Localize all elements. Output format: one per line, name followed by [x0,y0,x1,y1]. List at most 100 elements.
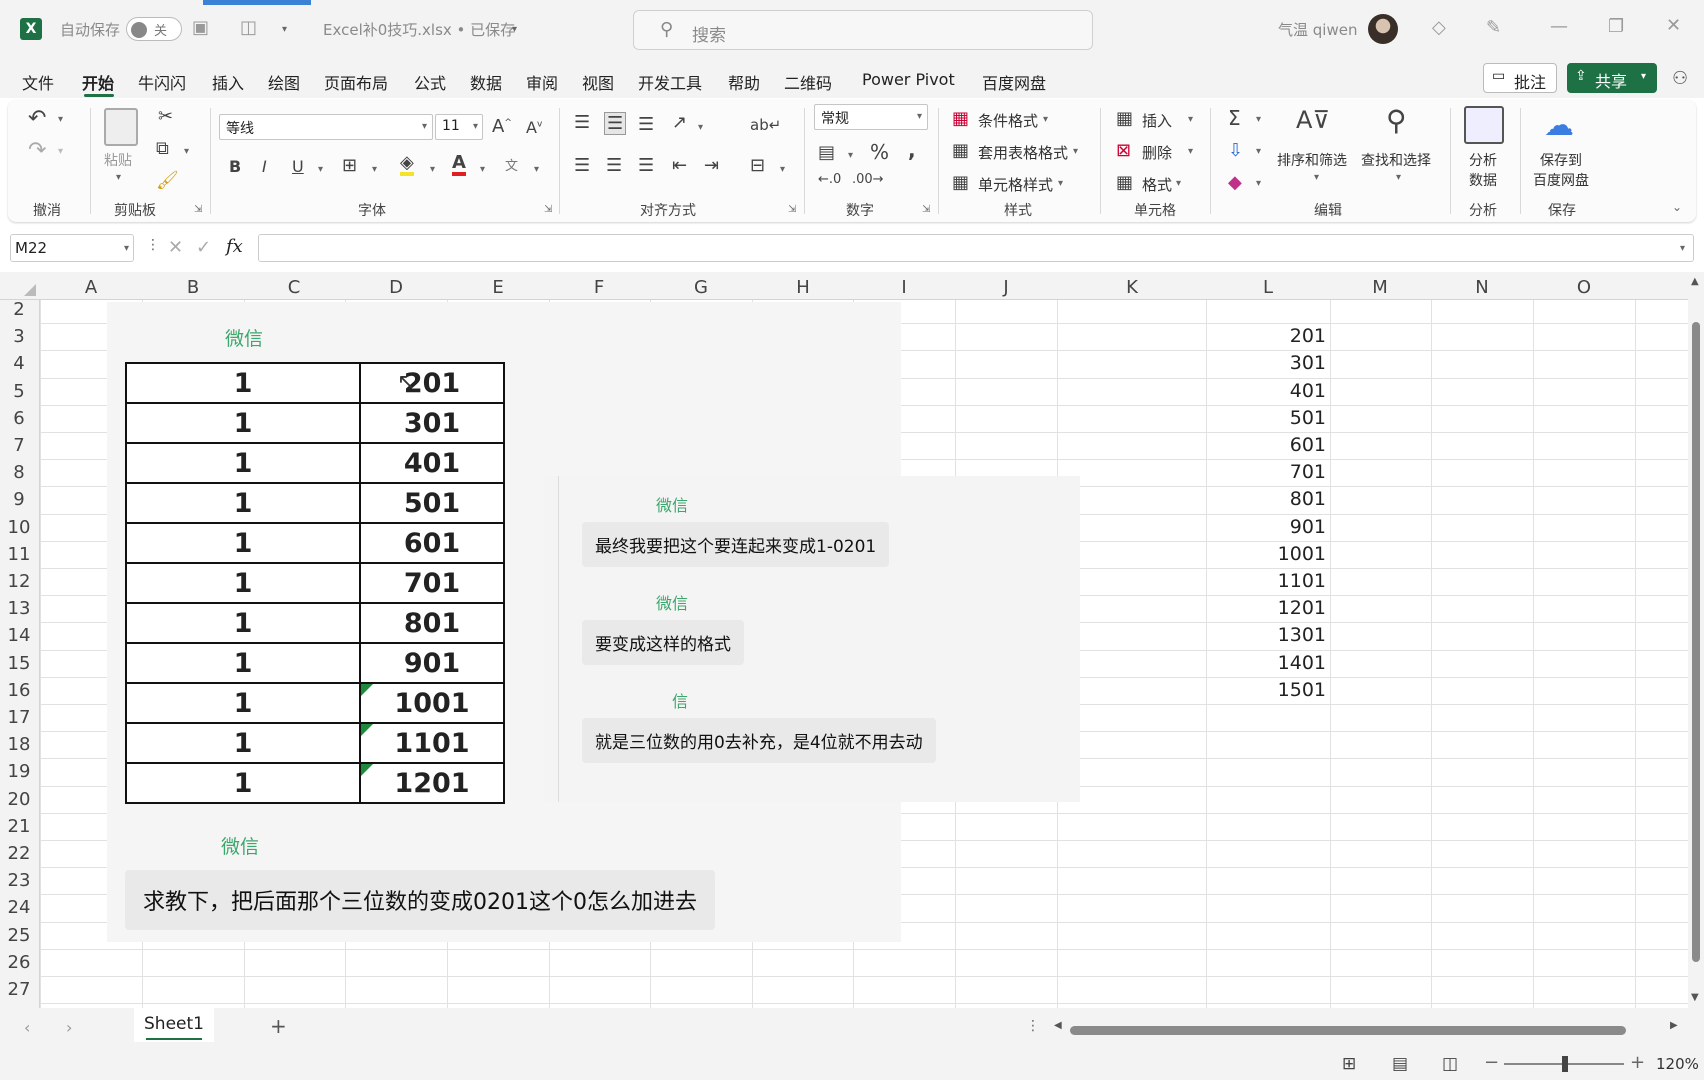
format-as-table-button[interactable]: 套用表格格式 [978,142,1068,163]
column-header[interactable]: C [274,277,314,298]
font-color-dropdown-icon[interactable]: ▾ [480,164,485,175]
row-header[interactable]: 14 [0,625,38,646]
analyze-data-label-2[interactable]: 数据 [1469,170,1497,190]
cell-styles-icon[interactable]: ▦ [952,172,969,193]
column-header[interactable]: H [783,277,823,298]
wrap-text-icon[interactable]: ab↵ [750,116,781,134]
cell-L-value[interactable]: 1001 [1206,543,1326,565]
alignment-launcher-icon[interactable]: ⇲ [788,204,796,215]
copy-icon[interactable]: ⧉ [156,138,169,159]
clipboard-launcher-icon[interactable]: ⇲ [194,204,202,215]
menu-formulas[interactable]: 公式 [414,70,446,94]
menu-developer[interactable]: 开发工具 [638,70,702,94]
orientation-icon[interactable]: ↗ [672,112,687,133]
column-header[interactable]: K [1112,277,1152,298]
menu-page-layout[interactable]: 页面布局 [324,70,388,94]
redo-dropdown-icon[interactable]: ▾ [58,146,63,157]
row-header[interactable]: 10 [0,517,38,538]
column-header[interactable]: B [173,277,213,298]
row-header[interactable]: 11 [0,544,38,565]
phonetic-icon[interactable]: 文 [505,155,518,174]
tabbar-options-icon[interactable]: ⋮ [1026,1018,1040,1034]
save-icon[interactable]: ▣ [192,17,209,38]
insert-cells-icon[interactable]: ▦ [1116,108,1133,129]
autosum-icon[interactable]: Σ [1228,106,1241,130]
cell-styles-dropdown-icon[interactable]: ▾ [1058,178,1063,189]
undo-icon[interactable]: ↶ [28,106,46,131]
column-header[interactable]: M [1360,277,1400,298]
sheet-tab-sheet1[interactable]: Sheet1 [134,1008,214,1042]
column-header[interactable]: I [884,277,924,298]
next-sheet-icon[interactable]: › [66,1018,72,1037]
select-all-corner[interactable] [24,284,36,296]
row-header[interactable]: 15 [0,653,38,674]
menu-draw[interactable]: 绘图 [268,70,300,94]
cell-L-value[interactable]: 601 [1206,434,1326,456]
menu-home[interactable]: 开始 [82,70,114,94]
fill-dropdown-icon[interactable]: ▾ [1256,146,1261,157]
scroll-down-icon[interactable]: ▼ [1691,992,1699,1003]
row-header[interactable]: 7 [0,435,38,456]
minimize-icon[interactable]: — [1550,16,1568,37]
close-icon[interactable]: ✕ [1666,15,1681,36]
column-header[interactable]: J [986,277,1026,298]
paste-dropdown-icon[interactable]: ▾ [116,172,121,183]
align-right-icon[interactable]: ☰ [638,155,654,176]
cell-L-value[interactable]: 1101 [1206,570,1326,592]
qat-dropdown-icon[interactable]: ▾ [282,24,287,35]
align-left-icon[interactable]: ☰ [574,155,590,176]
cell-L-value[interactable]: 501 [1206,407,1326,429]
percent-icon[interactable]: % [870,140,889,164]
column-header[interactable]: N [1462,277,1502,298]
cell-L-value[interactable]: 801 [1206,488,1326,510]
orientation-dropdown-icon[interactable]: ▾ [698,122,703,133]
decrease-font-icon[interactable]: Av [526,118,542,137]
accounting-format-icon[interactable]: ▤ [818,142,835,163]
number-format-combo[interactable]: 常规 ▾ [814,104,928,130]
format-cells-icon[interactable]: ▦ [1116,172,1133,193]
horizontal-scroll-thumb[interactable] [1070,1026,1626,1035]
user-name[interactable]: 气温 qiwen [1278,19,1357,40]
row-header[interactable]: 22 [0,843,38,864]
row-header[interactable]: 18 [0,734,38,755]
font-color-icon[interactable]: A [452,154,466,176]
copy-dropdown-icon[interactable]: ▾ [184,146,189,157]
format-as-table-icon[interactable]: ▦ [952,140,969,161]
menu-view[interactable]: 视图 [582,70,614,94]
format-cells-button[interactable]: 格式 [1142,174,1172,195]
share-button[interactable]: ⇪ 共享 ▾ [1567,63,1657,93]
row-header[interactable]: 2 [0,299,38,320]
add-sheet-icon[interactable]: + [270,1014,287,1038]
find-select-dropdown-icon[interactable]: ▾ [1396,172,1401,183]
row-header[interactable]: 27 [0,979,38,1000]
row-header[interactable]: 20 [0,789,38,810]
more-options-icon[interactable]: ⋮ [146,237,160,253]
format-cells-dropdown-icon[interactable]: ▾ [1176,178,1181,189]
row-header[interactable]: 13 [0,598,38,619]
page-layout-view-icon[interactable]: ▤ [1392,1054,1408,1074]
increase-indent-icon[interactable]: ⇥ [704,155,719,176]
align-middle-icon[interactable]: ☰ [604,112,627,135]
row-header[interactable]: 4 [0,353,38,374]
row-header[interactable]: 12 [0,571,38,592]
fill-color-icon[interactable]: ◈ [400,154,414,176]
zoom-slider-thumb[interactable] [1562,1056,1568,1072]
underline-icon[interactable]: U [292,157,304,176]
camera-icon[interactable]: ◫ [240,17,257,38]
font-size-combo[interactable]: 11 ▾ [435,114,483,140]
increase-decimal-icon[interactable]: ←.0 [818,172,841,187]
cell-L-value[interactable]: 301 [1206,352,1326,374]
menu-niushanshan[interactable]: 牛闪闪 [138,70,186,94]
number-launcher-icon[interactable]: ⇲ [922,204,930,215]
cell-L-value[interactable]: 701 [1206,461,1326,483]
row-header[interactable]: 21 [0,816,38,837]
clear-icon[interactable]: ◆ [1228,172,1242,193]
conditional-format-dropdown-icon[interactable]: ▾ [1043,114,1048,125]
align-top-icon[interactable]: ☰ [574,112,590,133]
underline-dropdown-icon[interactable]: ▾ [318,164,323,175]
menu-power-pivot[interactable]: Power Pivot [862,70,955,89]
font-name-combo[interactable]: 等线 ▾ [219,114,433,140]
undo-dropdown-icon[interactable]: ▾ [58,114,63,125]
file-name[interactable]: Excel补0技巧.xlsx • 已保存 [323,19,515,40]
row-header[interactable]: 23 [0,870,38,891]
